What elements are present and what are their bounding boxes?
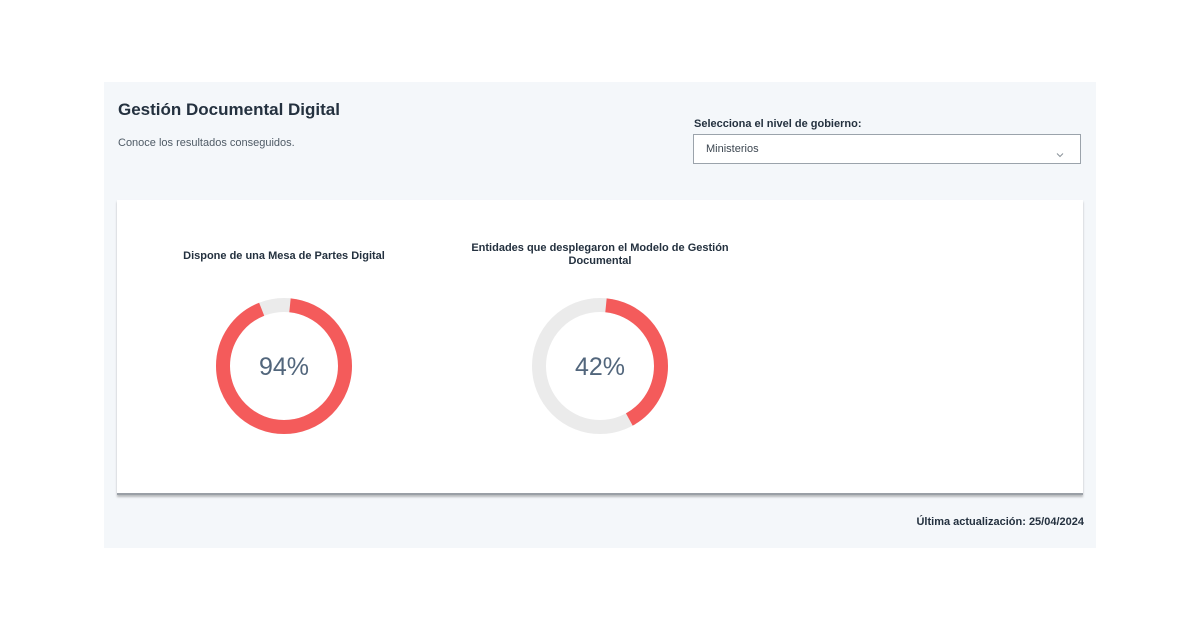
dashboard-panel: Gestión Documental Digital Conoce los re…	[104, 82, 1096, 548]
metric-mesa-de-partes: Dispone de una Mesa de Partes Digital 94…	[154, 200, 414, 493]
government-level-selected-value: Ministerios	[706, 143, 759, 155]
donut-chart: 42%	[528, 294, 672, 438]
donut-percentage: 94%	[259, 353, 309, 381]
metric-title: Dispone de una Mesa de Partes Digital	[183, 250, 385, 262]
last-update-text: Última actualización: 25/04/2024	[916, 516, 1084, 528]
page-title: Gestión Documental Digital	[118, 100, 340, 119]
metric-modelo-gestion-documental: Entidades que desplegaron el Modelo de G…	[470, 200, 730, 493]
metrics-card: Dispone de una Mesa de Partes Digital 94…	[117, 200, 1083, 495]
government-level-select[interactable]: Ministerios	[693, 134, 1081, 164]
donut-percentage: 42%	[575, 353, 625, 381]
donut-chart: 94%	[212, 294, 356, 438]
government-level-label: Selecciona el nivel de gobierno:	[694, 118, 862, 130]
chevron-down-icon	[1056, 146, 1064, 158]
metric-title: Entidades que desplegaron el Modelo de G…	[471, 242, 729, 267]
page-subtitle: Conoce los resultados conseguidos.	[118, 137, 295, 149]
